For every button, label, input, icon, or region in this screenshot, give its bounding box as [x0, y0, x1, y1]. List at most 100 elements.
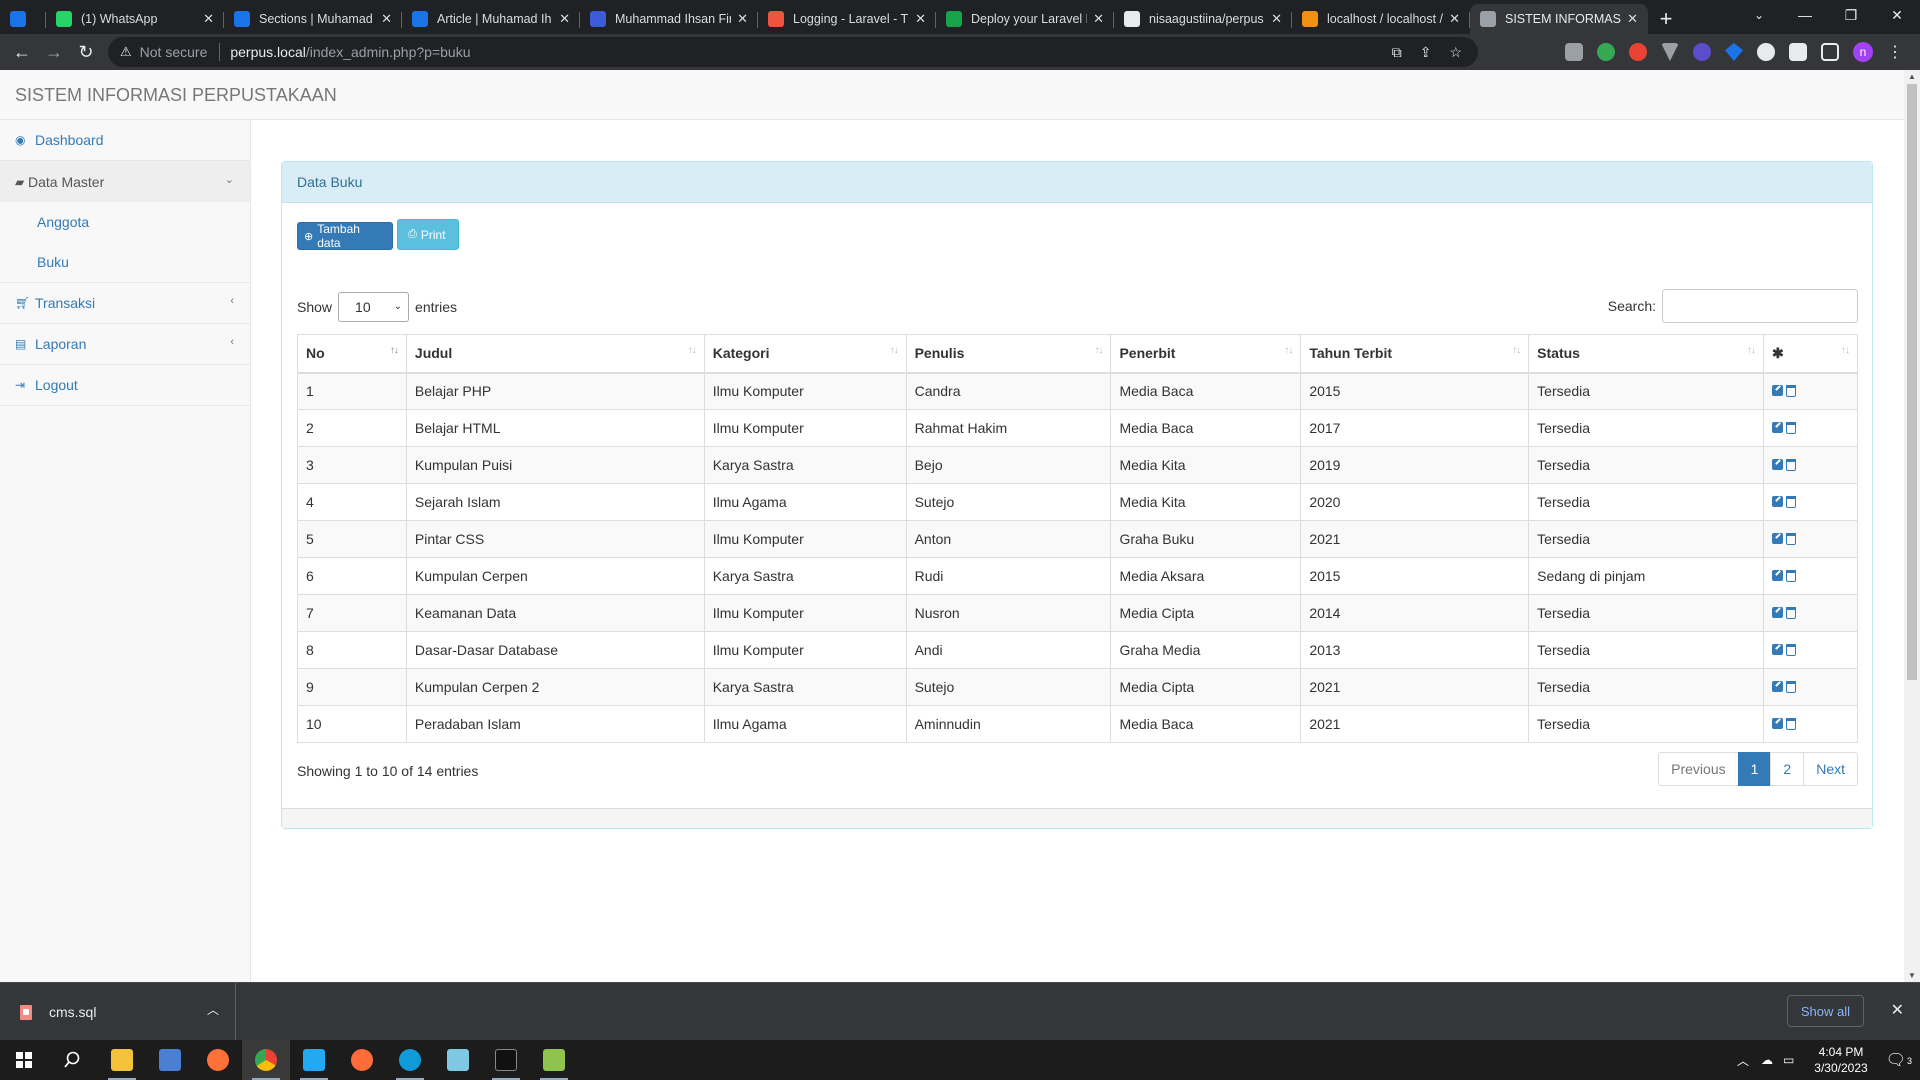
close-tab-icon[interactable]: ✕ [1093, 11, 1104, 27]
minimize-button[interactable]: — [1782, 0, 1828, 30]
edit-icon[interactable] [1771, 385, 1783, 397]
close-icon[interactable]: ✕ [1891, 1000, 1904, 1020]
edit-icon[interactable] [1771, 644, 1783, 655]
sidebar-item-logout[interactable]: ⇥ Logout [0, 365, 250, 406]
search-input[interactable] [1662, 289, 1858, 323]
onedrive-icon[interactable]: ☁ [1761, 1053, 1773, 1067]
edit-icon[interactable] [1771, 570, 1783, 581]
extension-icon[interactable] [1565, 43, 1583, 61]
edit-icon[interactable] [1771, 496, 1783, 507]
trash-icon[interactable] [1785, 680, 1796, 693]
start-button[interactable] [0, 1040, 48, 1080]
column-header[interactable]: Status ↑↓ [1528, 334, 1764, 374]
share-icon[interactable]: ⇪ [1420, 44, 1432, 61]
tab-search-icon[interactable]: ⌄ [1736, 0, 1782, 30]
trash-icon[interactable] [1785, 643, 1796, 656]
trash-icon[interactable] [1785, 717, 1796, 730]
download-item[interactable]: cms.sql ︿ [0, 983, 236, 1041]
trash-icon[interactable] [1785, 458, 1796, 471]
close-tab-icon[interactable]: ✕ [1271, 11, 1282, 27]
puzzle-icon[interactable] [1789, 43, 1807, 61]
scrollbar-thumb[interactable] [1907, 84, 1917, 680]
search-icon[interactable] [48, 1040, 96, 1080]
trash-icon[interactable] [1785, 495, 1796, 508]
browser-tab[interactable]: (1) WhatsApp ✕ [46, 4, 224, 34]
browser-tab[interactable] [0, 4, 46, 34]
postman-icon[interactable] [338, 1040, 386, 1080]
browser-tab[interactable]: Deploy your Laravel P ✕ [936, 4, 1114, 34]
gem-icon[interactable] [1725, 43, 1743, 61]
chevron-up-icon[interactable]: ︿ [1737, 1052, 1749, 1069]
sidebar-item-transaksi[interactable]: 🛒︎ Transaksi ‹ [0, 283, 250, 324]
column-header[interactable]: Judul ↑↓ [405, 334, 705, 374]
back-button[interactable]: ← [6, 42, 38, 63]
pagination-previous[interactable]: Previous [1658, 752, 1739, 786]
scroll-up-icon[interactable]: ▲ [1904, 72, 1920, 81]
reload-button[interactable]: ↻ [70, 42, 102, 63]
sidebar-item-buku[interactable]: Buku [0, 242, 250, 282]
pagination-next[interactable]: Next [1803, 752, 1858, 786]
notification-icon[interactable]: 🗨︎ 3 [1886, 1050, 1912, 1070]
close-tab-icon[interactable]: ✕ [559, 11, 570, 27]
close-window-button[interactable]: ✕ [1874, 0, 1920, 30]
edit-icon[interactable] [1771, 422, 1783, 433]
browser-tab[interactable]: SISTEM INFORMASI P ✕ [1470, 4, 1648, 34]
network-icon[interactable]: ▭ [1783, 1053, 1794, 1067]
edit-icon[interactable] [1771, 607, 1783, 618]
forward-button[interactable]: → [38, 42, 70, 63]
extension-icon[interactable] [1597, 43, 1615, 61]
browser-tab[interactable]: localhost / localhost / ✕ [1292, 4, 1470, 34]
brand-title[interactable]: SISTEM INFORMASI PERPUSTAKAAN [15, 85, 337, 106]
network-app-icon[interactable] [146, 1040, 194, 1080]
vscode-icon[interactable] [290, 1040, 338, 1080]
extension-icon[interactable] [1629, 43, 1647, 61]
file-explorer-icon[interactable] [98, 1040, 146, 1080]
column-header[interactable]: Penulis ↑↓ [905, 334, 1112, 374]
show-all-button[interactable]: Show all [1786, 995, 1864, 1027]
vue-devtools-icon[interactable] [1661, 43, 1679, 61]
address-bar[interactable]: ⚠ Not secure perpus.local /index_admin.p… [108, 37, 1478, 67]
react-devtools-icon[interactable] [1757, 43, 1775, 61]
close-tab-icon[interactable]: ✕ [381, 11, 392, 27]
sidebar-item-dashboard[interactable]: ◉ Dashboard [0, 120, 250, 161]
edit-icon[interactable] [1771, 681, 1783, 692]
notepad-icon[interactable] [434, 1040, 482, 1080]
chevron-up-icon[interactable]: ︿ [207, 1001, 219, 1018]
scroll-down-icon[interactable]: ▼ [1904, 971, 1920, 980]
profile-avatar[interactable]: n [1853, 42, 1873, 62]
new-tab-button[interactable]: + [1648, 4, 1684, 34]
browser-tab[interactable]: Article | Muhamad Ih ✕ [402, 4, 580, 34]
browser-tab[interactable]: Sections | Muhamad ✕ [224, 4, 402, 34]
firefox-icon[interactable] [194, 1040, 242, 1080]
close-tab-icon[interactable]: ✕ [915, 11, 926, 27]
trash-icon[interactable] [1785, 384, 1796, 397]
page-scrollbar[interactable]: ▲ ▼ [1904, 70, 1920, 982]
trash-icon[interactable] [1785, 532, 1796, 545]
edit-icon[interactable] [1771, 533, 1783, 544]
column-header[interactable]: No ↑↓ [297, 334, 407, 374]
close-tab-icon[interactable]: ✕ [1627, 11, 1638, 27]
side-panel-icon[interactable] [1821, 43, 1839, 61]
close-tab-icon[interactable]: ✕ [1449, 11, 1460, 27]
menu-kebab-icon[interactable]: ⋮ [1887, 42, 1903, 62]
translate-icon[interactable]: ⧉ [1392, 44, 1402, 61]
browser-tab[interactable]: nisaagustiina/perpus ✕ [1114, 4, 1292, 34]
print-button[interactable]: ⎙ Print [397, 219, 459, 250]
close-tab-icon[interactable]: ✕ [203, 11, 214, 27]
terminal-icon[interactable] [482, 1040, 530, 1080]
sidebar-item-data-master[interactable]: ▰ Data Master ⌄ [0, 161, 250, 202]
close-tab-icon[interactable]: ✕ [737, 11, 748, 27]
trash-icon[interactable] [1785, 606, 1796, 619]
clock[interactable]: 4:04 PM 3/30/2023 [1802, 1044, 1879, 1076]
extension-icon[interactable] [1693, 43, 1711, 61]
chrome-icon[interactable] [242, 1040, 290, 1080]
column-header[interactable]: Kategori ↑↓ [703, 334, 907, 374]
edge-icon[interactable] [386, 1040, 434, 1080]
column-header[interactable]: Tahun Terbit ↑↓ [1300, 334, 1530, 374]
trash-icon[interactable] [1785, 569, 1796, 582]
sidebar-item-anggota[interactable]: Anggota [0, 202, 250, 242]
pagination-page-1[interactable]: 1 [1737, 752, 1772, 786]
maximize-button[interactable]: ❐ [1828, 0, 1874, 30]
sidebar-item-laporan[interactable]: ▤ Laporan ‹ [0, 324, 250, 365]
pagination-page-2[interactable]: 2 [1770, 752, 1805, 786]
